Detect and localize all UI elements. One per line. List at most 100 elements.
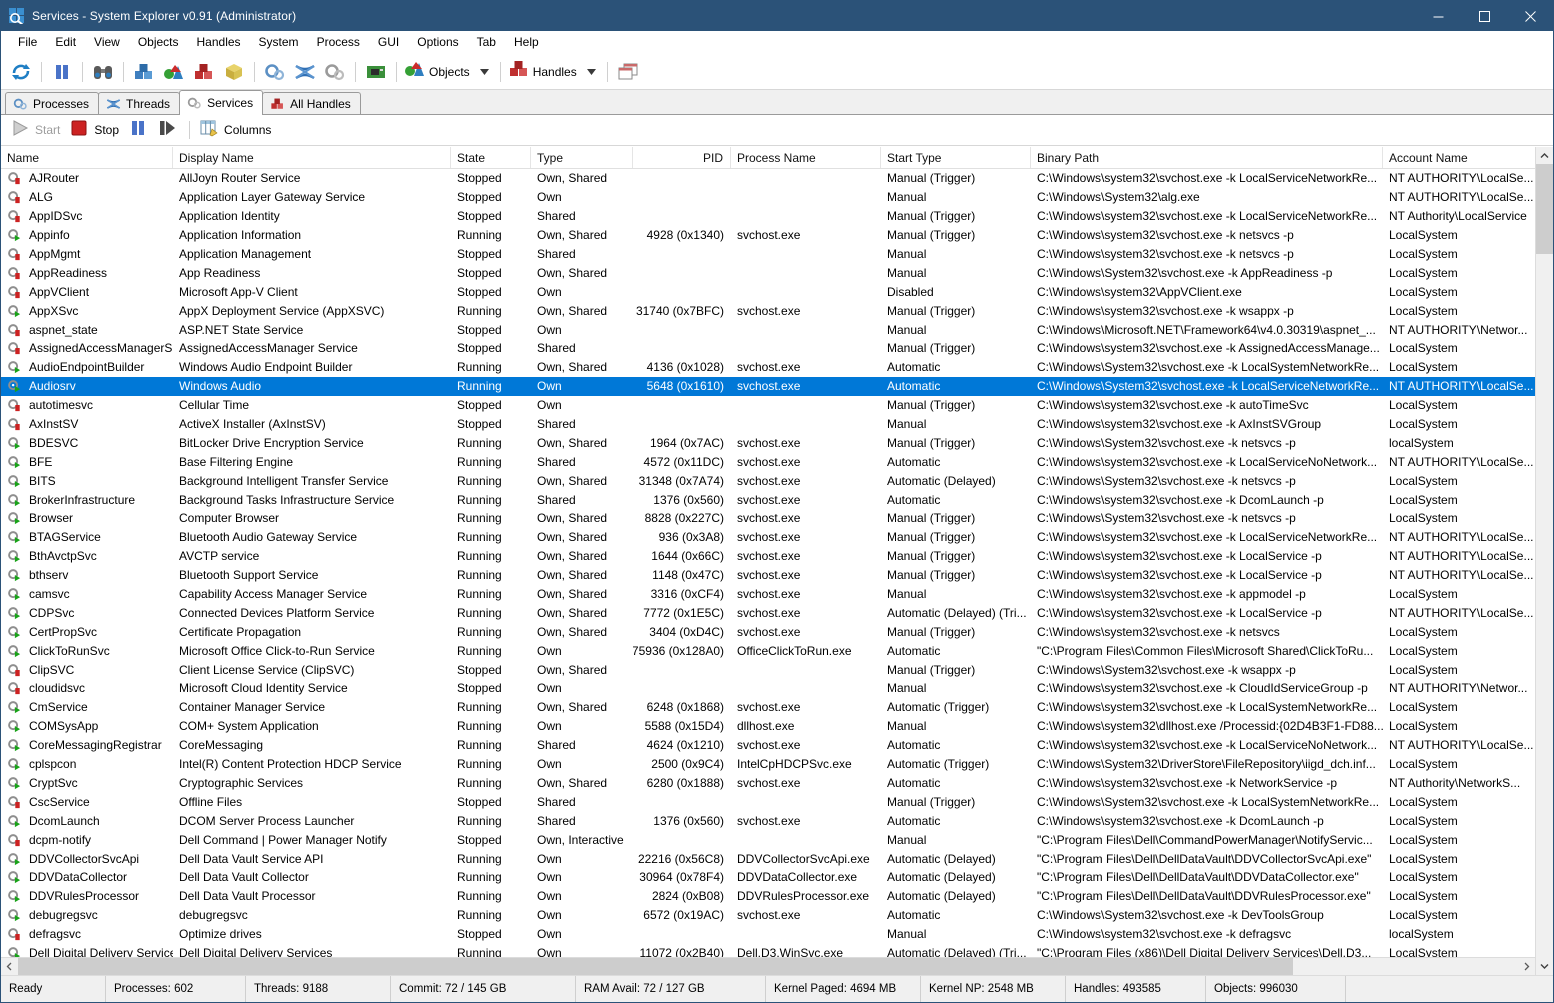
blue-blocks-icon[interactable]	[129, 57, 159, 87]
tab-all-handles[interactable]: All Handles	[262, 92, 361, 115]
red-blocks-icon[interactable]	[189, 57, 219, 87]
menu-gui[interactable]: GUI	[369, 33, 408, 51]
menu-handles[interactable]: Handles	[188, 33, 250, 51]
pause-icon[interactable]	[47, 57, 77, 87]
refresh-icon[interactable]	[6, 57, 36, 87]
table-row[interactable]: AppVClient Microsoft App-V Client Stopped O…	[1, 282, 1535, 301]
table-row[interactable]: CertPropSvc Certificate Propagation Runnin…	[1, 622, 1535, 641]
table-row[interactable]: CryptSvc Cryptographic Services Running Own…	[1, 774, 1535, 793]
table-row[interactable]: CscService Offline Files Stopped Shared Manu…	[1, 792, 1535, 811]
table-row[interactable]: ClickToRunSvc Microsoft Office Click-to-R…	[1, 641, 1535, 660]
maximize-button[interactable]	[1461, 1, 1507, 31]
menu-system[interactable]: System	[250, 33, 308, 51]
table-row[interactable]: AJRouter AllJoyn Router Service Stopped Own…	[1, 169, 1535, 188]
network-card-icon[interactable]	[361, 57, 391, 87]
chevron-down-icon[interactable]	[584, 58, 600, 86]
stop-service-button[interactable]: Stop	[66, 117, 125, 143]
scroll-up-button[interactable]	[1536, 147, 1553, 164]
handles-dropdown[interactable]: Handles	[506, 58, 602, 86]
menu-view[interactable]: View	[85, 33, 129, 51]
columns-button[interactable]: Columns	[196, 117, 277, 143]
table-row[interactable]: aspnet_state ASP.NET State Service Stopped…	[1, 320, 1535, 339]
find-binoculars-icon[interactable]	[88, 57, 118, 87]
tab-processes[interactable]: Processes	[5, 92, 100, 115]
pause-service-button[interactable]	[125, 117, 154, 143]
vertical-scroll-thumb[interactable]	[1536, 164, 1553, 254]
table-row[interactable]: AssignedAccessManagerS... AssignedAccessM…	[1, 339, 1535, 358]
scroll-down-button[interactable]	[1536, 958, 1553, 975]
start-service-button[interactable]: Start	[7, 117, 66, 143]
scroll-right-button[interactable]	[1518, 958, 1535, 975]
table-row[interactable]: BthAvctpSvc AVCTP service Running Own, Shar…	[1, 547, 1535, 566]
table-row[interactable]: AppMgmt Application Management Stopped Shar…	[1, 245, 1535, 264]
table-row[interactable]: BDESVC BitLocker Drive Encryption Service…	[1, 433, 1535, 452]
table-row[interactable]: DcomLaunch DCOM Server Process Launcher Ru…	[1, 811, 1535, 830]
table-row[interactable]: Audiosrv Windows Audio Running Own 5648 (0x1…	[1, 376, 1535, 396]
column-header-start-type[interactable]: Start Type	[881, 147, 1031, 168]
table-row[interactable]: DDVCollectorSvcApi Dell Data Vault Servic…	[1, 849, 1535, 868]
table-row[interactable]: BITS Background Intelligent Transfer Serv…	[1, 471, 1535, 490]
table-row[interactable]: Appinfo Application Information Running Own…	[1, 226, 1535, 245]
close-button[interactable]	[1507, 1, 1553, 31]
table-row[interactable]: AppIDSvc Application Identity Stopped Share…	[1, 207, 1535, 226]
table-row[interactable]: DDVDataCollector Dell Data Vault Collecto…	[1, 868, 1535, 887]
column-header-type[interactable]: Type	[531, 147, 633, 168]
table-row[interactable]: cloudidsvc Microsoft Cloud Identity Servi…	[1, 679, 1535, 698]
table-row[interactable]: BFE Base Filtering Engine Running Shared 457…	[1, 452, 1535, 471]
menu-edit[interactable]: Edit	[46, 33, 85, 51]
table-row[interactable]: Browser Computer Browser Running Own, Share…	[1, 509, 1535, 528]
horizontal-scrollbar[interactable]	[1, 957, 1535, 975]
menu-process[interactable]: Process	[308, 33, 369, 51]
table-row[interactable]: AudioEndpointBuilder Windows Audio Endpoi…	[1, 358, 1535, 377]
column-header-display-name[interactable]: Display Name	[173, 147, 451, 168]
gears-processes-icon[interactable]	[260, 57, 290, 87]
minimize-button[interactable]	[1415, 1, 1461, 31]
column-header-pid[interactable]: PID	[633, 147, 731, 168]
table-row[interactable]: dcpm-notify Dell Command | Power Manager …	[1, 830, 1535, 849]
table-row[interactable]: CoreMessagingRegistrar CoreMessaging Runni…	[1, 736, 1535, 755]
services-gears-icon[interactable]	[320, 57, 350, 87]
yellow-cube-icon[interactable]	[219, 57, 249, 87]
column-header-account-name[interactable]: Account Name	[1383, 147, 1535, 168]
tab-services[interactable]: Services	[179, 90, 264, 115]
column-header-name[interactable]: Name	[1, 147, 173, 168]
menu-help[interactable]: Help	[505, 33, 548, 51]
table-row[interactable]: autotimesvc Cellular Time Stopped Own Manual…	[1, 396, 1535, 415]
table-row[interactable]: defragsvc Optimize drives Stopped Own Manual…	[1, 925, 1535, 944]
table-row[interactable]: DDVRulesProcessor Dell Data Vault Process…	[1, 887, 1535, 906]
column-header-process-name[interactable]: Process Name	[731, 147, 881, 168]
table-row[interactable]: camsvc Capability Access Manager Service R…	[1, 585, 1535, 604]
chevron-down-icon[interactable]	[477, 58, 493, 86]
table-row[interactable]: bthserv Bluetooth Support Service Running O…	[1, 566, 1535, 585]
menu-objects[interactable]: Objects	[129, 33, 188, 51]
menu-options[interactable]: Options	[408, 33, 467, 51]
table-row[interactable]: debugregsvc debugregsvc Running Own 6572 (0x…	[1, 906, 1535, 925]
tab-threads[interactable]: Threads	[98, 92, 181, 115]
resume-service-button[interactable]	[154, 117, 183, 143]
column-header-binary-path[interactable]: Binary Path	[1031, 147, 1383, 168]
table-row[interactable]: BrokerInfrastructure Background Tasks Inf…	[1, 490, 1535, 509]
menu-file[interactable]: File	[9, 33, 46, 51]
table-row[interactable]: BTAGService Bluetooth Audio Gateway Servi…	[1, 528, 1535, 547]
table-row[interactable]: ClipSVC Client License Service (ClipSVC) S…	[1, 660, 1535, 679]
threads-icon[interactable]	[290, 57, 320, 87]
horizontal-scroll-thumb[interactable]	[18, 958, 1293, 975]
table-row[interactable]: AxInstSV ActiveX Installer (AxInstSV) Stop…	[1, 415, 1535, 434]
windows-cascade-icon[interactable]	[613, 57, 643, 87]
horizontal-scroll-track[interactable]	[18, 958, 1518, 975]
menu-tab[interactable]: Tab	[468, 33, 505, 51]
table-row[interactable]: CmService Container Manager Service Runnin…	[1, 698, 1535, 717]
table-row[interactable]: Dell Digital Delivery Service Dell Digita…	[1, 944, 1535, 957]
vertical-scroll-track[interactable]	[1536, 164, 1553, 958]
table-row[interactable]: COMSysApp COM+ System Application Running O…	[1, 717, 1535, 736]
vertical-scrollbar[interactable]	[1535, 147, 1553, 975]
scroll-left-button[interactable]	[1, 958, 18, 975]
table-row[interactable]: AppXSvc AppX Deployment Service (AppXSVC)…	[1, 301, 1535, 320]
table-row[interactable]: cplspcon Intel(R) Content Protection HDCP…	[1, 755, 1535, 774]
table-row[interactable]: ALG Application Layer Gateway Service Stop…	[1, 188, 1535, 207]
table-row[interactable]: AppReadiness App Readiness Stopped Own, Sha…	[1, 263, 1535, 282]
table-row[interactable]: CDPSvc Connected Devices Platform Service…	[1, 603, 1535, 622]
column-header-state[interactable]: State	[451, 147, 531, 168]
objects-dropdown[interactable]: Objects	[402, 58, 495, 86]
objects-shapes-icon[interactable]	[159, 57, 189, 87]
